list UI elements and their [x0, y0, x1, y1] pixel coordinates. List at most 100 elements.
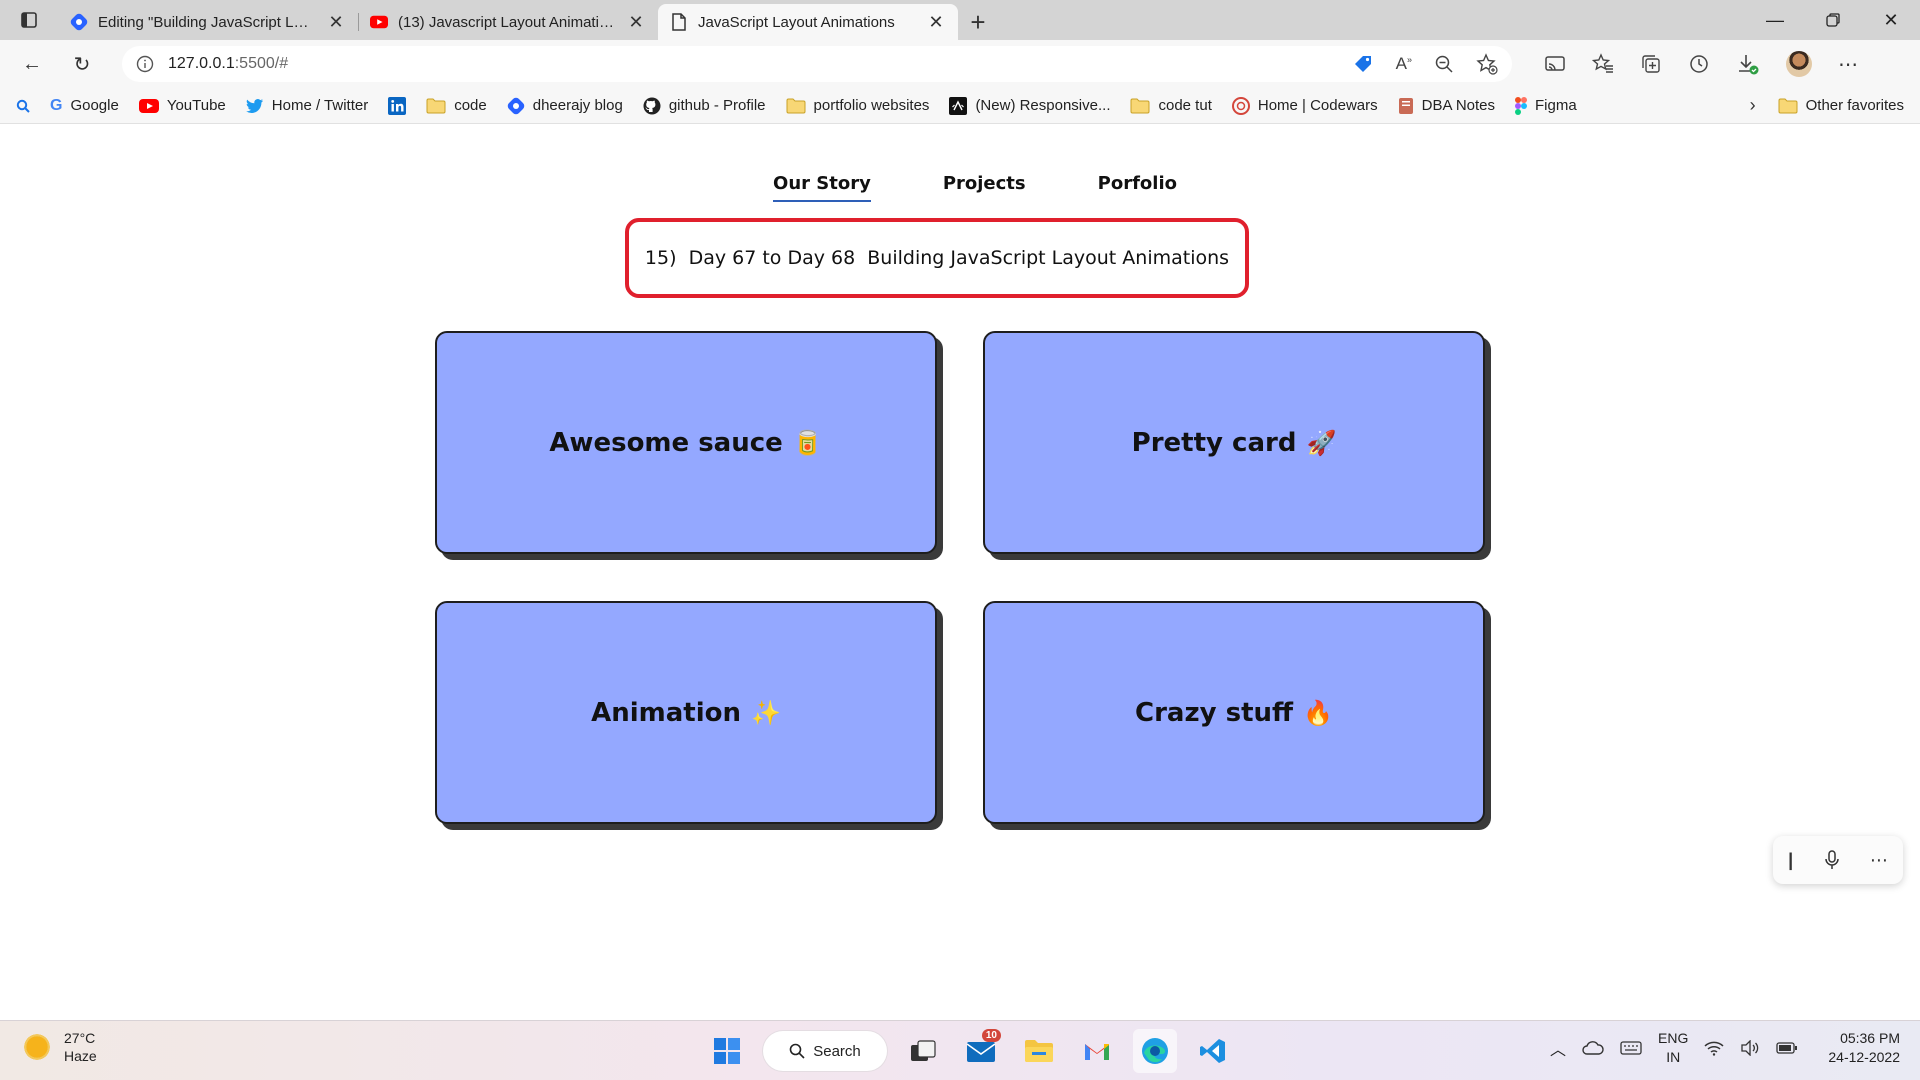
address-bar[interactable]: 127.0.0.1:5500/# A» [122, 46, 1512, 82]
twitter-icon [245, 98, 263, 113]
tab-close-icon[interactable]: ✕ [326, 12, 346, 33]
battery-charging-icon[interactable] [1776, 1041, 1798, 1055]
sun-haze-icon [22, 1032, 52, 1062]
url-text[interactable]: 127.0.0.1:5500/# [168, 55, 1338, 73]
card-awesome-sauce[interactable]: Awesome sauce 🥫 [435, 331, 937, 554]
tab-close-icon[interactable]: ✕ [926, 12, 946, 33]
chevron-right-icon[interactable]: › [1750, 95, 1756, 116]
clock[interactable]: 05:36 PM 24-12-2022 [1828, 1029, 1900, 1067]
vscode-icon [1200, 1039, 1225, 1063]
back-button[interactable]: ← [14, 46, 50, 82]
bookmark-twitter[interactable]: Home / Twitter [245, 97, 368, 114]
more-menu-icon[interactable]: ⋯ [1838, 52, 1858, 77]
url-host: 127.0.0.1 [168, 55, 235, 72]
new-tab-button[interactable]: + [958, 4, 998, 40]
bookmark-google[interactable]: G Google [50, 97, 119, 115]
browser-toolbar: ← ↻ 127.0.0.1:5500/# A» ⋯ [0, 40, 1920, 88]
bookmark-codewars[interactable]: Home | Codewars [1231, 96, 1378, 115]
bookmark-folder-codetut[interactable]: code tut [1130, 97, 1212, 114]
card-crazy-stuff[interactable]: Crazy stuff 🔥 [983, 601, 1485, 824]
bookmark-folder-portfolio[interactable]: portfolio websites [786, 97, 930, 114]
taskbar-search[interactable]: Search [763, 1031, 887, 1071]
bookmark-other-favorites[interactable]: Other favorites [1778, 97, 1904, 114]
weather-condition: Haze [64, 1048, 97, 1064]
add-favorite-icon[interactable] [1476, 53, 1498, 75]
bookmark-responsive[interactable]: (New) Responsive... [949, 96, 1111, 115]
collections-icon[interactable] [1640, 53, 1662, 75]
bookmark-search[interactable] [16, 99, 30, 113]
more-options-icon[interactable]: ⋯ [1870, 850, 1888, 871]
tab-title: JavaScript Layout Animations [698, 13, 895, 31]
chevron-up-icon[interactable]: ︿ [1550, 1036, 1566, 1060]
start-button[interactable] [705, 1029, 749, 1073]
nav-link-portfolio[interactable]: Porfolio [1098, 173, 1177, 198]
bookmark-github[interactable]: github - Profile [643, 97, 766, 115]
fire-emoji-icon: 🔥 [1303, 698, 1333, 727]
weather-widget[interactable]: 27°C Haze [22, 1029, 97, 1065]
bookmark-blog[interactable]: dheerajy blog [507, 97, 623, 115]
tab-close-icon[interactable]: ✕ [626, 12, 646, 33]
info-icon[interactable] [136, 55, 154, 73]
microphone-icon[interactable] [1824, 850, 1840, 870]
coupon-tag-icon[interactable] [1352, 53, 1374, 75]
folder-icon [426, 98, 446, 113]
bookmark-label: DBA Notes [1421, 97, 1496, 114]
vscode-app[interactable] [1191, 1029, 1235, 1073]
volume-icon[interactable] [1740, 1040, 1760, 1056]
search-icon [16, 99, 30, 113]
system-tray: ︿ ENG IN 05:36 PM 24-12-2022 [1550, 1029, 1900, 1067]
bookmarks-bar: G Google YouTube Home / Twitter code dhe… [0, 88, 1920, 124]
language-indicator[interactable]: ENG IN [1658, 1029, 1688, 1067]
edge-app[interactable] [1133, 1029, 1177, 1073]
search-label: Search [813, 1042, 861, 1060]
mail-app[interactable]: 10 [959, 1029, 1003, 1073]
windows-icon [714, 1038, 740, 1064]
downloads-icon[interactable] [1736, 52, 1760, 76]
clock-date: 24-12-2022 [1828, 1049, 1900, 1065]
bookmark-label: code [454, 97, 487, 114]
bookmark-label: portfolio websites [813, 97, 930, 114]
keyboard-icon[interactable] [1620, 1040, 1642, 1056]
bookmark-linkedin[interactable] [388, 96, 407, 115]
tab-title: (13) Javascript Layout Animations [398, 13, 616, 31]
file-explorer-app[interactable] [1017, 1029, 1061, 1073]
drag-handle-icon[interactable]: | [1788, 850, 1793, 871]
zoom-out-icon[interactable] [1434, 54, 1454, 74]
bookmark-youtube[interactable]: YouTube [138, 97, 226, 114]
nav-link-our-story[interactable]: Our Story [773, 173, 871, 202]
codewars-icon [1231, 96, 1250, 115]
profile-avatar[interactable] [1786, 51, 1812, 77]
read-aloud-icon[interactable]: A» [1396, 54, 1412, 74]
bookmark-label: YouTube [166, 97, 226, 114]
page-icon [670, 13, 688, 31]
card-animation[interactable]: Animation ✨ [435, 601, 937, 824]
gmail-app[interactable] [1075, 1029, 1119, 1073]
folder-icon [786, 98, 806, 113]
bookmark-folder-code[interactable]: code [426, 97, 487, 114]
favorites-icon[interactable] [1592, 53, 1614, 75]
bookmark-dba-notes[interactable]: DBA Notes [1398, 97, 1495, 115]
tab-actions-button[interactable] [0, 0, 58, 40]
tab-layout-animations[interactable]: JavaScript Layout Animations ✕ [658, 4, 958, 40]
tab-actions-icon [21, 12, 37, 28]
close-window-button[interactable]: ✕ [1862, 0, 1920, 40]
cast-icon[interactable] [1544, 54, 1566, 74]
tab-youtube[interactable]: (13) Javascript Layout Animations ✕ [358, 4, 658, 40]
mail-icon [966, 1042, 996, 1062]
restore-button[interactable] [1804, 0, 1862, 40]
voice-typing-widget: | ⋯ [1773, 836, 1903, 884]
wifi-icon[interactable] [1704, 1040, 1724, 1056]
bookmark-figma[interactable]: Figma [1515, 96, 1577, 115]
history-icon[interactable] [1688, 53, 1710, 75]
card-pretty-card[interactable]: Pretty card 🚀 [983, 331, 1485, 554]
minimize-button[interactable]: — [1746, 0, 1804, 40]
onedrive-cloud-icon[interactable] [1582, 1040, 1604, 1056]
back-arrow-icon: ← [22, 52, 42, 75]
minimize-icon: — [1766, 9, 1784, 30]
refresh-button[interactable]: ↻ [64, 46, 100, 82]
task-view-button[interactable] [901, 1029, 945, 1073]
tab-editing-blog[interactable]: Editing "Building JavaScript Layout Anim… [58, 4, 358, 40]
bookmark-label: (New) Responsive... [975, 97, 1111, 114]
card-label: Animation [591, 697, 741, 728]
nav-link-projects[interactable]: Projects [943, 173, 1026, 198]
